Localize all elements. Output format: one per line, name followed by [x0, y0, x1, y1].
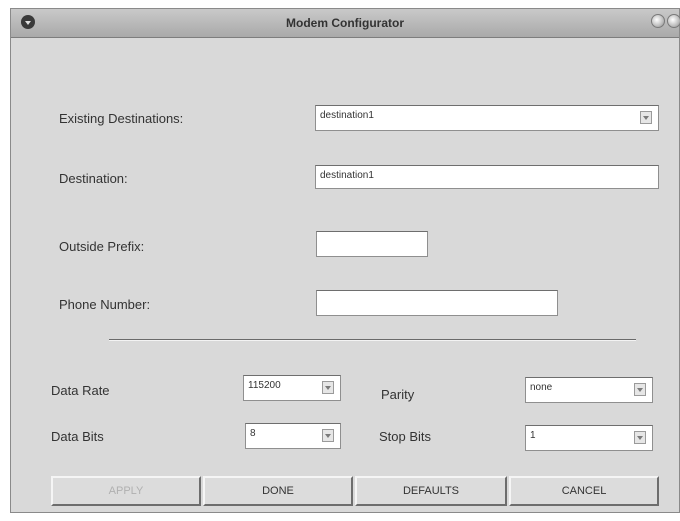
- minimize-icon[interactable]: [651, 14, 665, 28]
- phone-number-input[interactable]: [316, 290, 558, 316]
- chevron-down-icon[interactable]: [322, 381, 334, 394]
- parity-value: none: [530, 382, 553, 393]
- existing-destinations-label: Existing Destinations:: [59, 111, 184, 126]
- stop-bits-value: 1: [530, 430, 536, 441]
- cancel-button[interactable]: CANCEL: [509, 476, 659, 506]
- outside-prefix-input[interactable]: [316, 231, 428, 257]
- existing-destinations-value: destination1: [320, 110, 374, 121]
- parity-label: Parity: [381, 387, 415, 402]
- modem-configurator-window: Modem Configurator Existing Destinations…: [10, 8, 680, 513]
- destination-input[interactable]: destination1: [315, 165, 659, 189]
- done-button[interactable]: DONE: [203, 476, 353, 506]
- data-rate-value: 115200: [248, 380, 281, 391]
- title-bar[interactable]: Modem Configurator: [11, 9, 680, 38]
- data-bits-select[interactable]: 8: [245, 423, 341, 449]
- data-rate-select[interactable]: 115200: [243, 375, 341, 401]
- existing-destinations-select[interactable]: destination1: [315, 105, 659, 131]
- outside-prefix-label: Outside Prefix:: [59, 239, 145, 254]
- chevron-down-icon[interactable]: [634, 383, 646, 396]
- chevron-down-icon[interactable]: [322, 429, 334, 442]
- phone-number-label: Phone Number:: [59, 297, 151, 312]
- stop-bits-label: Stop Bits: [379, 429, 432, 444]
- data-bits-value: 8: [250, 428, 256, 439]
- destination-label: Destination:: [59, 171, 128, 186]
- chevron-down-icon[interactable]: [640, 111, 652, 124]
- chevron-down-icon[interactable]: [634, 431, 646, 444]
- data-rate-label: Data Rate: [51, 383, 110, 398]
- maximize-icon[interactable]: [667, 14, 680, 28]
- apply-button[interactable]: APPLY: [51, 476, 201, 506]
- parity-select[interactable]: none: [525, 377, 653, 403]
- stop-bits-select[interactable]: 1: [525, 425, 653, 451]
- separator: [109, 339, 636, 341]
- window-title: Modem Configurator: [286, 16, 404, 30]
- data-bits-label: Data Bits: [51, 429, 104, 444]
- defaults-button[interactable]: DEFAULTS: [355, 476, 507, 506]
